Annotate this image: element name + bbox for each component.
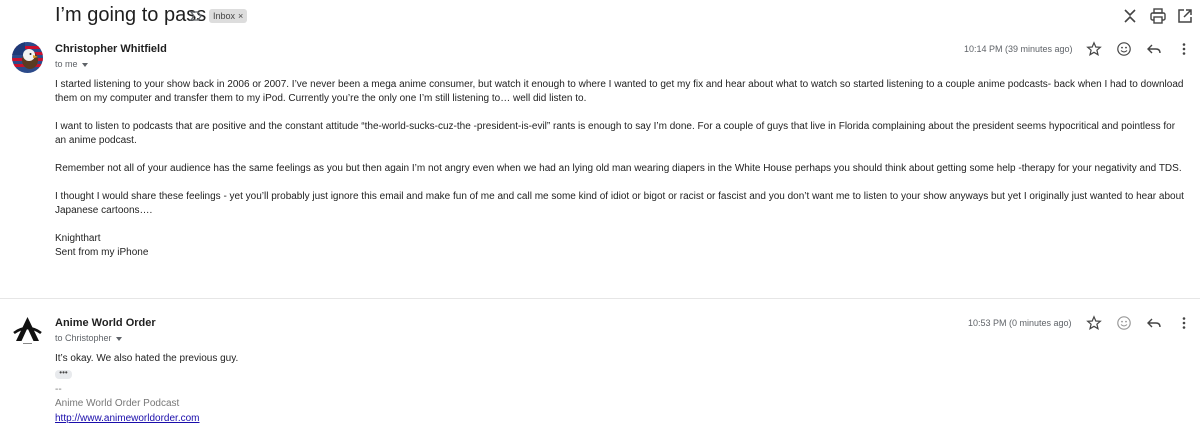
more-options-icon[interactable]	[1176, 315, 1192, 331]
awo-logo-avatar-icon	[12, 315, 43, 346]
star-icon[interactable]	[1086, 315, 1102, 331]
message-2: Anime World Order to Christopher 10:53 P…	[0, 0, 1200, 431]
message-body: It’s okay. We also hated the previous gu…	[55, 352, 1185, 366]
message-timestamp: 10:53 PM (0 minutes ago)	[968, 318, 1072, 328]
recipient-details[interactable]: to Christopher	[55, 333, 122, 343]
show-trimmed-content-button[interactable]: •••	[55, 369, 72, 379]
reply-icon[interactable]	[1146, 315, 1162, 331]
signature-link[interactable]: http://www.animeworldorder.com	[55, 413, 200, 424]
signature-name: Anime World Order Podcast	[55, 398, 180, 409]
body-paragraph: It’s okay. We also hated the previous gu…	[55, 353, 239, 364]
show-details-icon[interactable]	[115, 336, 122, 341]
recipient-line: to Christopher	[55, 333, 112, 343]
signature-separator: --	[55, 384, 62, 395]
emoji-reaction-icon[interactable]	[1116, 315, 1132, 331]
sender-name[interactable]: Anime World Order	[55, 317, 156, 329]
sender-avatar[interactable]	[12, 315, 43, 346]
